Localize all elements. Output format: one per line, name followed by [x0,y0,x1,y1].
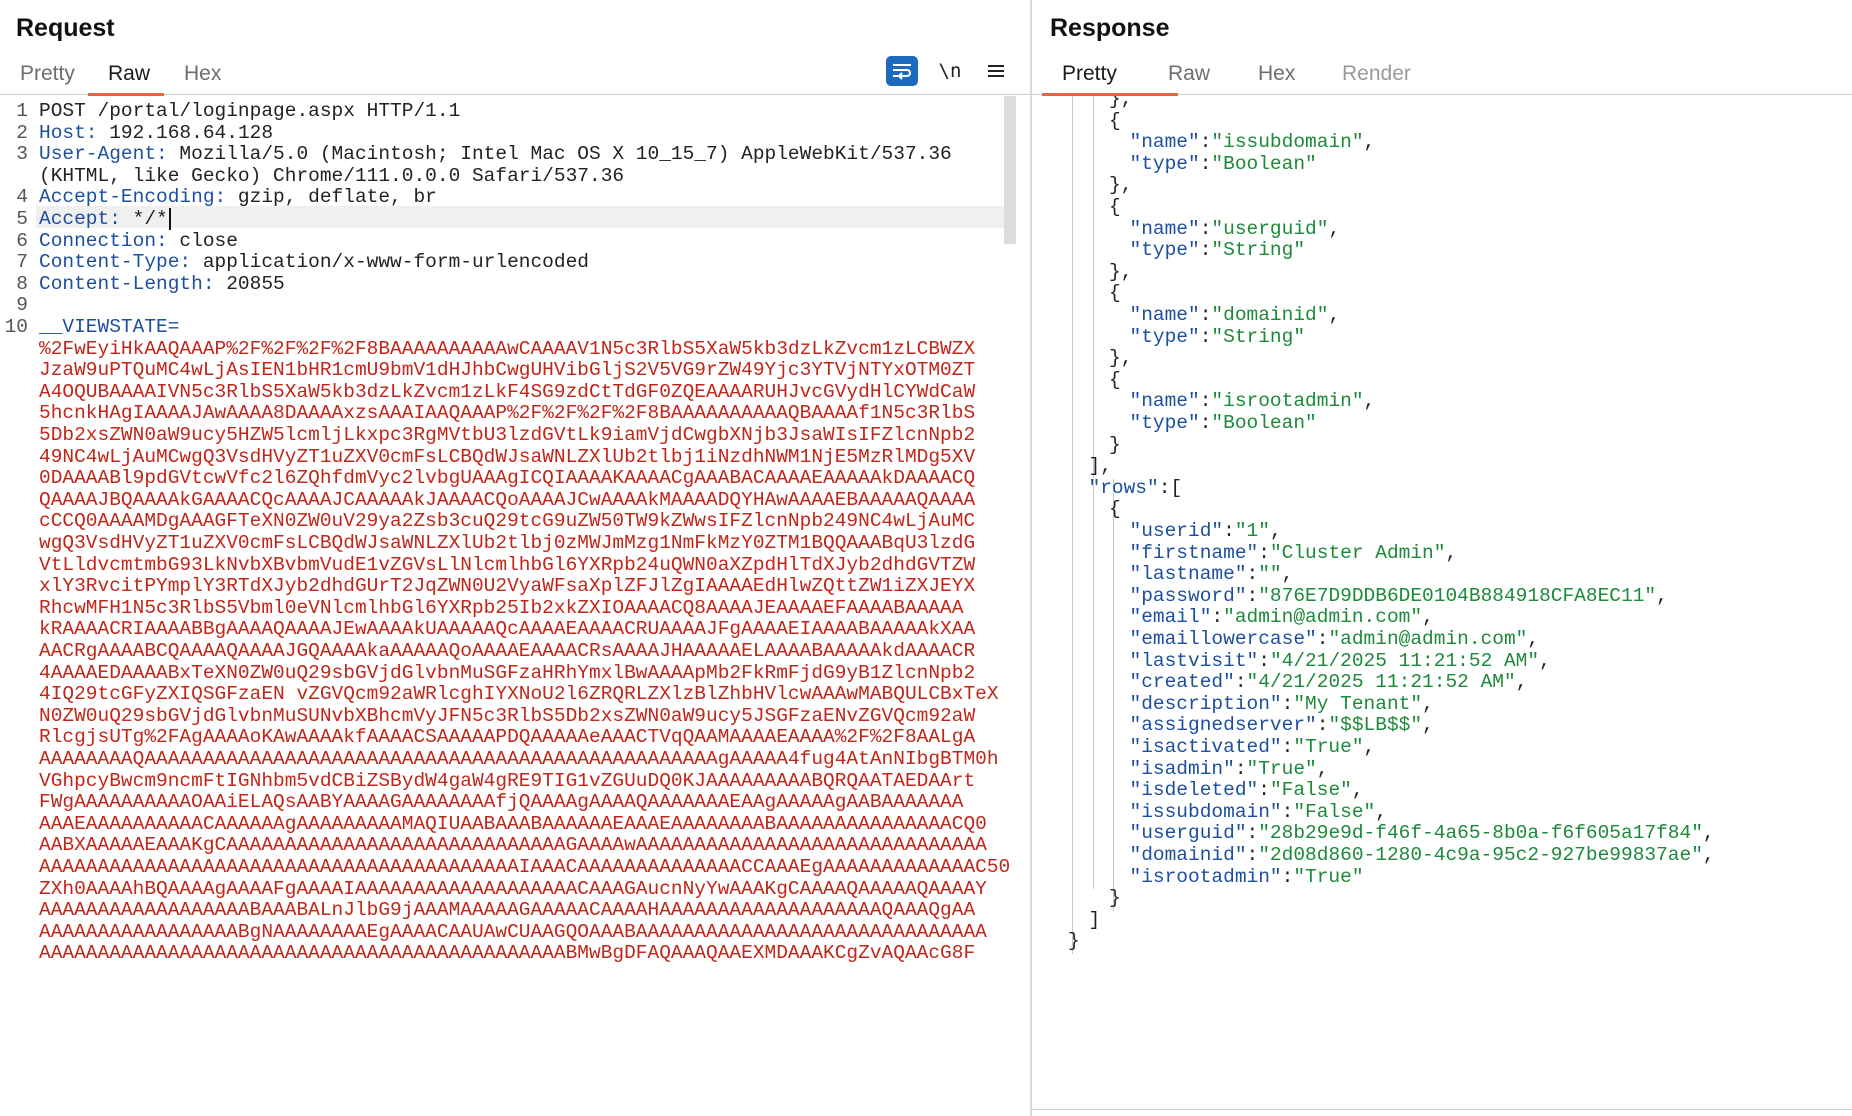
json-line: { [1109,367,1121,393]
word-wrap-icon [893,64,911,80]
request-editor[interactable]: 1 POST /portal/loginpage.aspx HTTP/1.1 2 Ho… [0,96,1030,1116]
request-tabs: Pretty Raw Hex [0,58,1030,96]
response-editor[interactable]: },{"name":"issubdomain", "type":"Boolean"… [1032,96,1852,1116]
options-menu-button[interactable] [980,56,1012,86]
json-key: "type" [1129,152,1200,175]
response-tab-pretty[interactable]: Pretty [1062,62,1117,86]
hamburger-menu-icon [988,65,1004,77]
request-tab-raw[interactable]: Raw [108,62,150,86]
json-punct: , [1702,844,1715,866]
json-key: "type" [1129,239,1200,262]
json-line: } [1068,928,1080,954]
text-caret [168,207,171,230]
json-line: { [1109,108,1121,134]
json-punct: { [1109,109,1121,132]
request-title: Request [16,14,115,42]
json-punct: , [1363,131,1376,154]
request-pane: Request Pretty Raw Hex \n 1 POST /portal/… [0,0,1030,1116]
response-title: Response [1050,14,1170,42]
json-punct: { [1109,282,1121,305]
json-punct: : [1199,239,1212,262]
json-punct: : [1281,865,1294,888]
json-punct: } [1068,930,1080,953]
response-pane: Response Pretty Raw Hex Render },{"name"… [1032,0,1852,1116]
response-tabs: Pretty Raw Hex Render [1032,58,1852,96]
json-punct: { [1109,196,1121,218]
json-punct: , [1656,584,1668,607]
word-wrap-button[interactable] [886,56,918,86]
json-punct: , [1515,671,1528,694]
json-punct: : [1199,412,1212,434]
json-punct: , [1328,304,1341,326]
json-line: "type":"Boolean" [1130,151,1317,177]
json-punct: { [1109,498,1121,521]
indent-guide [1072,96,1073,954]
json-string: "True" [1293,865,1364,888]
json-punct: , [1363,736,1376,758]
json-line: "rows":[ [1089,475,1183,501]
json-punct: , [1328,217,1341,240]
show-newlines-button[interactable]: \n [934,56,966,86]
json-line: "type":"Boolean" [1130,410,1317,436]
json-line: "type":"String" [1130,237,1306,263]
json-punct: , [1363,390,1376,413]
json-key: "type" [1129,412,1200,434]
json-punct: { [1109,368,1121,391]
response-footer [1032,1109,1852,1116]
request-tab-pretty[interactable]: Pretty [20,62,75,86]
response-tab-render[interactable]: Render [1342,62,1411,86]
json-punct: :[ [1158,476,1183,499]
json-string: "Boolean" [1211,412,1317,434]
json-string: "String" [1211,325,1306,348]
request-tab-hex[interactable]: Hex [184,62,221,86]
json-punct: , [1422,714,1434,737]
json-line: { [1109,194,1121,220]
json-line: "isrootadmin":"True" [1130,864,1364,890]
json-line: } [1109,885,1121,911]
json-line: { [1109,280,1121,306]
json-line: { [1109,496,1121,522]
indent-guide [1113,478,1114,911]
json-key: "isrootadmin" [1129,865,1282,888]
json-key: "rows" [1088,476,1159,499]
json-line: "type":"String" [1130,324,1306,350]
json-string: "Cluster Admin" [1269,541,1446,564]
response-tab-hex[interactable]: Hex [1258,62,1295,86]
json-punct: : [1199,325,1212,348]
json-line: ] [1089,907,1101,933]
json-punct: , [1539,649,1551,672]
viewstate-value: AAAAAAAAAAAAAAAAAAAAAAAAAAAAAAAAAAAAAAAA… [39,942,976,965]
json-punct: : [1199,152,1212,175]
json-string: "String" [1211,239,1306,262]
json-punct: , [1445,541,1458,564]
response-tab-raw[interactable]: Raw [1168,62,1210,86]
json-punct: } [1109,887,1121,910]
request-line: AAAAAAAAAAAAAAAAAAAAAAAAAAAAAAAAAAAAAAAA… [0,940,1030,966]
json-string: "Boolean" [1211,152,1317,175]
json-punct: ] [1088,908,1101,931]
json-key: "type" [1129,325,1200,348]
request-scrollbar-thumb[interactable] [1004,96,1016,244]
